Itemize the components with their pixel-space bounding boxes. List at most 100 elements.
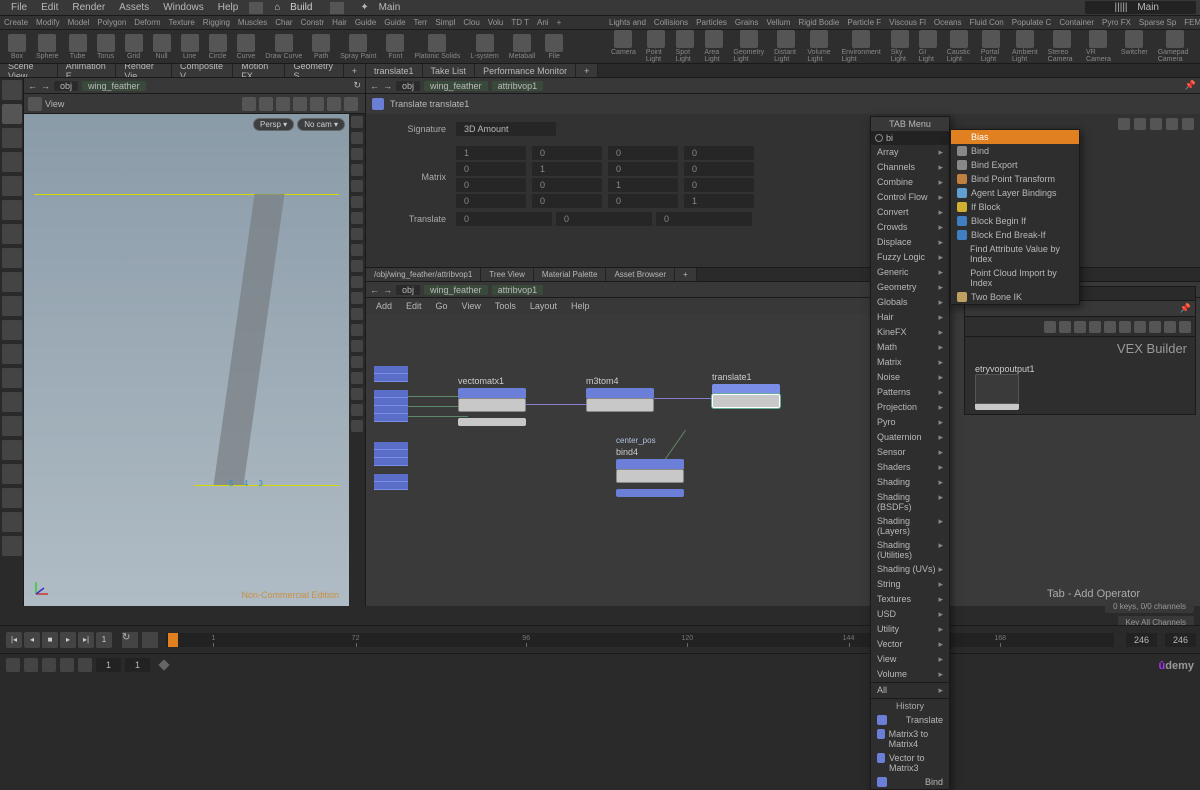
display-opt-icon[interactable] xyxy=(351,388,363,400)
frame-field[interactable]: 1 xyxy=(125,658,150,672)
shelf-tool[interactable]: Path xyxy=(308,34,334,60)
tab-menu-item[interactable]: Displace▸ xyxy=(871,235,949,250)
shelf-tool[interactable]: Geometry Light xyxy=(729,30,768,63)
shelf-tab[interactable]: Grains xyxy=(731,18,763,27)
tab-menu-history-item[interactable]: Translate xyxy=(871,713,949,727)
tool-icon[interactable] xyxy=(2,104,22,124)
tool-icon[interactable] xyxy=(2,416,22,436)
shelf-tool[interactable]: GI Light xyxy=(915,30,941,63)
tool-icon[interactable] xyxy=(2,224,22,244)
shelf-tab[interactable]: Terr xyxy=(410,18,432,27)
pane-tab[interactable]: + xyxy=(344,64,366,77)
tool-icon[interactable] xyxy=(2,80,22,100)
frame-range-end[interactable]: 246 xyxy=(1165,633,1196,647)
3d-viewport[interactable]: Persp ▾ No cam ▾ 5 4 3 Non-Commercial Ed… xyxy=(24,114,349,606)
matrix-cell[interactable]: 0 xyxy=(456,162,526,176)
display-opt-icon[interactable] xyxy=(351,244,363,256)
display-opt-icon[interactable] xyxy=(351,180,363,192)
vex-tool-icon[interactable] xyxy=(1074,321,1086,333)
pane-tab[interactable]: Performance Monitor xyxy=(475,64,576,77)
display-opt-icon[interactable] xyxy=(351,372,363,384)
forward-icon[interactable]: → xyxy=(383,81,392,91)
shelf-tab[interactable]: Lights and xyxy=(605,18,650,27)
shelf-tool[interactable]: Sky Light xyxy=(887,30,913,63)
matrix-cell[interactable]: 0 xyxy=(532,146,602,160)
display-opt-icon[interactable] xyxy=(351,276,363,288)
network-tab[interactable]: + xyxy=(675,268,697,281)
shelf-tab[interactable]: Guide xyxy=(380,18,409,27)
shelf-tab[interactable]: Vellum xyxy=(762,18,794,27)
tool-icon[interactable] xyxy=(2,392,22,412)
network-tab[interactable]: Asset Browser xyxy=(606,268,675,281)
vex-output-node[interactable]: etryvopoutput1 xyxy=(975,364,1195,410)
node-bind[interactable]: center_pos bind4 xyxy=(616,436,684,497)
playhead[interactable] xyxy=(168,633,178,647)
tab-menu-item[interactable]: Projection▸ xyxy=(871,400,949,415)
shelf-tab[interactable]: + xyxy=(553,18,566,27)
realtime-icon[interactable] xyxy=(142,632,158,648)
tool-icon[interactable] xyxy=(2,248,22,268)
tool-icon[interactable] xyxy=(2,512,22,532)
path-obj[interactable]: obj xyxy=(54,81,78,91)
pane-tab[interactable]: Scene View xyxy=(0,64,58,77)
matrix-cell[interactable]: 0 xyxy=(456,178,526,192)
pane-tab[interactable]: Motion FX xyxy=(233,64,285,77)
param-tool-icon[interactable] xyxy=(1182,118,1194,130)
tab-menu-item[interactable]: Textures▸ xyxy=(871,592,949,607)
bottom-icon[interactable] xyxy=(78,658,92,672)
shelf-tool[interactable]: Distant Light xyxy=(770,30,801,63)
shelf-tab[interactable]: Polygon xyxy=(93,18,130,27)
shelf-tab[interactable]: Clou xyxy=(459,18,483,27)
tool-icon[interactable] xyxy=(2,296,22,316)
desktop-build[interactable]: ⌂ Build xyxy=(267,2,326,13)
tab-menu-item[interactable]: Channels▸ xyxy=(871,160,949,175)
tab-menu-item[interactable]: Matrix▸ xyxy=(871,355,949,370)
shelf-tab[interactable]: Model xyxy=(64,18,94,27)
display-opt-icon[interactable] xyxy=(351,340,363,352)
menu-edit[interactable]: Edit xyxy=(34,2,65,13)
tool-icon[interactable] xyxy=(2,368,22,388)
camera-dropdown[interactable]: No cam ▾ xyxy=(297,118,345,131)
shelf-tool[interactable]: File xyxy=(541,34,567,60)
path-node[interactable]: wing_feather xyxy=(424,285,488,295)
node-m3tom4[interactable]: m3tom4 xyxy=(586,376,654,412)
display-icon[interactable] xyxy=(259,97,273,111)
tool-icon[interactable] xyxy=(2,320,22,340)
shelf-tab[interactable]: Pyro FX xyxy=(1098,18,1135,27)
shelf-tool[interactable]: Curve xyxy=(233,34,260,60)
shelf-tool[interactable]: Ambient Light xyxy=(1008,30,1042,63)
tab-menu-item[interactable]: Convert▸ xyxy=(871,205,949,220)
network-menu-item[interactable]: View xyxy=(456,301,487,311)
tab-menu-item[interactable]: String▸ xyxy=(871,577,949,592)
shelf-tool[interactable]: Sphere xyxy=(32,34,63,60)
tab-menu-item[interactable]: Vector▸ xyxy=(871,637,949,652)
vex-tool-icon[interactable] xyxy=(1104,321,1116,333)
tab-menu-item[interactable]: View▸ xyxy=(871,652,949,667)
submenu-item[interactable]: Bias xyxy=(951,130,1079,144)
shelf-tool[interactable]: Metaball xyxy=(505,34,539,60)
node-vectomatx[interactable]: vectomatx1 xyxy=(458,376,526,426)
bottom-icon[interactable] xyxy=(42,658,56,672)
shelf-tool[interactable]: Area Light xyxy=(700,30,727,63)
shelf-tool[interactable]: Spot Light xyxy=(672,30,699,63)
shelf-tab[interactable]: Volu xyxy=(484,18,508,27)
shelf-tool[interactable]: Draw Curve xyxy=(261,34,306,60)
matrix-cell[interactable]: 1 xyxy=(532,162,602,176)
translate-x[interactable]: 0 xyxy=(456,212,552,226)
vex-tool-icon[interactable] xyxy=(1149,321,1161,333)
submenu-item[interactable]: Two Bone IK xyxy=(951,290,1079,304)
display-opt-icon[interactable] xyxy=(351,116,363,128)
tab-menu-item[interactable]: USD▸ xyxy=(871,607,949,622)
matrix-cell[interactable]: 1 xyxy=(608,178,678,192)
tab-menu-all[interactable]: All▸ xyxy=(871,683,949,698)
tool-icon[interactable] xyxy=(2,152,22,172)
tab-menu-item[interactable]: Globals▸ xyxy=(871,295,949,310)
vex-tool-icon[interactable] xyxy=(1134,321,1146,333)
path-icon[interactable]: ↻ xyxy=(353,80,361,91)
matrix-cell[interactable]: 0 xyxy=(684,178,754,192)
back-icon[interactable]: ← xyxy=(370,285,379,295)
tab-menu-item[interactable]: Shading (Layers)▸ xyxy=(871,514,949,538)
shelf-tool[interactable]: Environment Light xyxy=(837,30,884,63)
path-node[interactable]: wing_feather xyxy=(424,81,488,91)
radial-main[interactable]: ✦ Main xyxy=(352,2,415,13)
